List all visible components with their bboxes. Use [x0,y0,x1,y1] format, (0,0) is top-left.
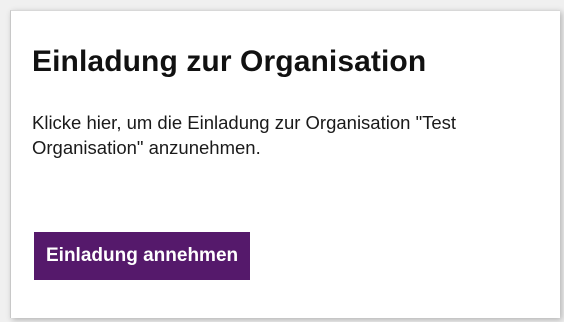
page-title: Einladung zur Organisation [32,45,427,78]
invitation-message: Klicke hier, um die Einladung zur Organi… [32,112,457,158]
accept-invitation-button[interactable]: Einladung annehmen [34,232,251,280]
invitation-card: Einladung zur Organisation Klicke hier, … [10,10,560,318]
